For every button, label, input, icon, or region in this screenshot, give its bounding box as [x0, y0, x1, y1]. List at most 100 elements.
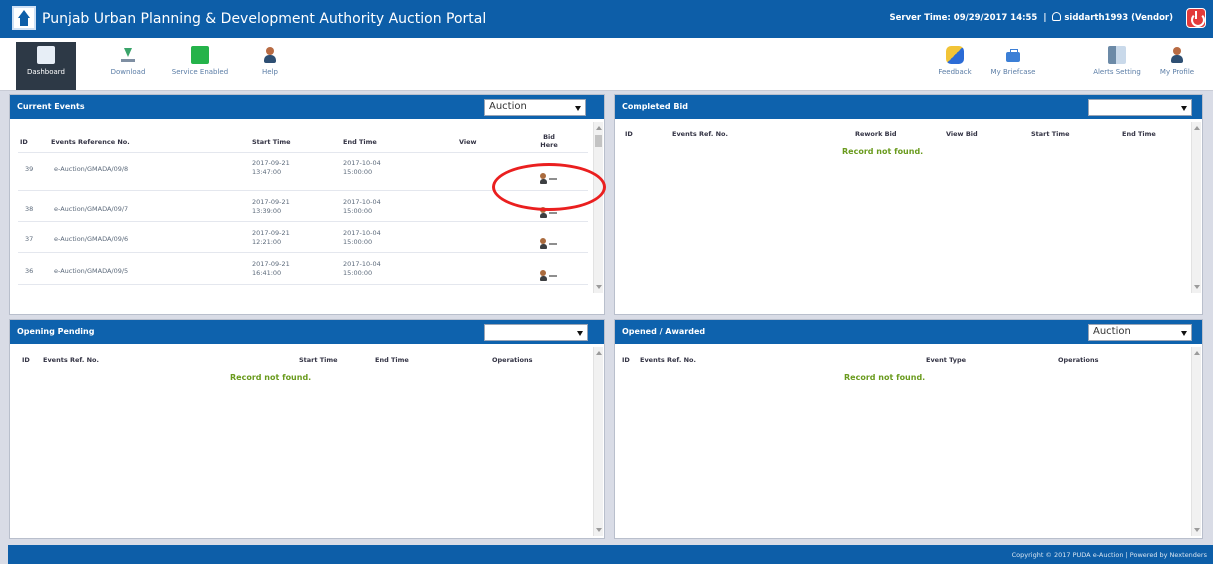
briefcase-label: My Briefcase	[990, 68, 1036, 76]
opened-awarded-filter-select[interactable]: Auction	[1088, 324, 1192, 341]
col-rework-bid: Rework Bid	[855, 130, 897, 138]
dashboard-button[interactable]: Dashboard	[16, 42, 76, 90]
opened-awarded-title: Opened / Awarded	[622, 327, 706, 336]
empty-state-message: Record not found.	[842, 147, 924, 156]
event-id: 37	[25, 235, 34, 243]
col-end-time: End Time	[375, 356, 409, 364]
scroll-up-icon[interactable]	[1194, 126, 1200, 130]
feedback-button[interactable]: Feedback	[925, 42, 985, 90]
divider: |	[1043, 13, 1047, 23]
profile-button[interactable]: My Profile	[1147, 42, 1207, 90]
current-events-scrollbar[interactable]	[593, 122, 603, 293]
table-divider	[18, 152, 588, 153]
row-divider	[18, 252, 588, 253]
footer-copyright: Copyright © 2017 PUDA e-Auction | Powere…	[1011, 551, 1207, 559]
col-id: ID	[622, 356, 630, 364]
completed-bid-filter-select[interactable]	[1088, 99, 1192, 116]
event-end-time: 2017-10-04 15:00:00	[343, 260, 381, 277]
scroll-up-icon[interactable]	[1194, 351, 1200, 355]
row-divider	[18, 284, 588, 285]
chevron-down-icon	[1181, 106, 1187, 111]
col-end-time: End Time	[1122, 130, 1156, 138]
event-end-time: 2017-10-04 15:00:00	[343, 229, 381, 246]
event-reference: e-Auction/GMADA/09/5	[54, 267, 129, 275]
completed-bid-title: Completed Bid	[622, 102, 688, 111]
download-label: Download	[110, 68, 146, 76]
highlight-circle	[492, 163, 606, 211]
event-reference: e-Auction/GMADA/09/8	[54, 165, 129, 173]
event-end-time: 2017-10-04 15:00:00	[343, 198, 381, 215]
event-start-time: 2017-09-21 13:47:00	[252, 159, 290, 176]
event-id: 36	[25, 267, 34, 275]
col-id: ID	[625, 130, 633, 138]
scroll-up-icon[interactable]	[596, 351, 602, 355]
col-events-ref: Events Ref. No.	[640, 356, 696, 364]
feedback-icon	[946, 46, 964, 64]
service-label: Service Enabled	[171, 68, 229, 76]
service-button[interactable]: Service Enabled	[170, 42, 230, 90]
col-view: View	[459, 138, 477, 146]
download-button[interactable]: Download	[98, 42, 158, 90]
event-start-time: 2017-09-21 16:41:00	[252, 260, 290, 277]
scroll-down-icon[interactable]	[1194, 528, 1200, 532]
event-reference: e-Auction/GMADA/09/6	[54, 235, 129, 243]
completed-bid-scrollbar[interactable]	[1191, 122, 1201, 293]
briefcase-button[interactable]: My Briefcase	[983, 42, 1043, 90]
scroll-thumb[interactable]	[595, 135, 602, 147]
col-operations: Operations	[1058, 356, 1099, 364]
completed-bid-header: Completed Bid	[615, 95, 1202, 119]
current-events-filter-select[interactable]: Auction	[484, 99, 586, 116]
profile-icon	[1168, 46, 1186, 64]
col-id: ID	[22, 356, 30, 364]
briefcase-icon	[1004, 46, 1022, 64]
completed-bid-panel: Completed Bid ID Events Ref. No. Rework …	[614, 94, 1203, 315]
opening-pending-filter-select[interactable]	[484, 324, 588, 341]
alerts-icon	[1108, 46, 1126, 64]
scroll-down-icon[interactable]	[596, 285, 602, 289]
help-icon	[261, 46, 279, 64]
username[interactable]: siddarth1993	[1064, 13, 1128, 23]
logout-button[interactable]	[1186, 8, 1206, 28]
user-icon	[1052, 12, 1062, 21]
alerts-label: Alerts Setting	[1093, 68, 1141, 76]
app-root: Punjab Urban Planning & Development Auth…	[0, 0, 1213, 564]
empty-state-message: Record not found.	[230, 373, 312, 382]
scroll-down-icon[interactable]	[596, 528, 602, 532]
scroll-up-icon[interactable]	[596, 126, 602, 130]
col-id: ID	[20, 138, 28, 146]
user-role: (Vendor)	[1131, 13, 1173, 23]
alerts-button[interactable]: Alerts Setting	[1087, 42, 1147, 90]
service-icon	[191, 46, 209, 64]
scroll-down-icon[interactable]	[1194, 285, 1200, 289]
current-events-title: Current Events	[17, 102, 85, 111]
feedback-label: Feedback	[938, 68, 972, 76]
col-event-type: Event Type	[926, 356, 967, 364]
header-bar: Punjab Urban Planning & Development Auth…	[0, 0, 1213, 38]
current-events-header: Current Events Auction	[10, 95, 604, 119]
bid-here-icon[interactable]	[540, 270, 557, 282]
puda-logo-icon	[12, 6, 36, 30]
event-start-time: 2017-09-21 13:39:00	[252, 198, 290, 215]
empty-state-message: Record not found.	[844, 373, 926, 382]
col-events-reference: Events Reference No.	[51, 138, 130, 146]
event-id: 38	[25, 205, 34, 213]
opening-pending-scrollbar[interactable]	[593, 347, 603, 536]
col-events-ref: Events Ref. No.	[672, 130, 728, 138]
col-view-bid: View Bid	[946, 130, 978, 138]
bid-dash	[549, 212, 557, 214]
chevron-down-icon	[575, 106, 581, 111]
col-bid-here: Bid Here	[540, 133, 558, 149]
server-time: 09/29/2017 14:55	[953, 13, 1038, 23]
row-divider	[18, 221, 588, 222]
opened-awarded-header: Opened / Awarded Auction	[615, 320, 1202, 344]
opening-pending-panel: Opening Pending ID Events Ref. No. Start…	[9, 319, 605, 539]
server-time-label: Server Time:	[889, 13, 951, 23]
dashboard-label: Dashboard	[27, 68, 65, 76]
event-reference: e-Auction/GMADA/09/7	[54, 205, 129, 213]
col-events-ref: Events Ref. No.	[43, 356, 99, 364]
help-button[interactable]: Help	[240, 42, 300, 90]
bid-here-icon[interactable]	[540, 238, 557, 250]
server-info: Server Time: 09/29/2017 14:55 | siddarth…	[890, 12, 1173, 23]
toolbar: Dashboard Download Service Enabled Help …	[0, 38, 1213, 91]
opened-awarded-scrollbar[interactable]	[1191, 347, 1201, 536]
